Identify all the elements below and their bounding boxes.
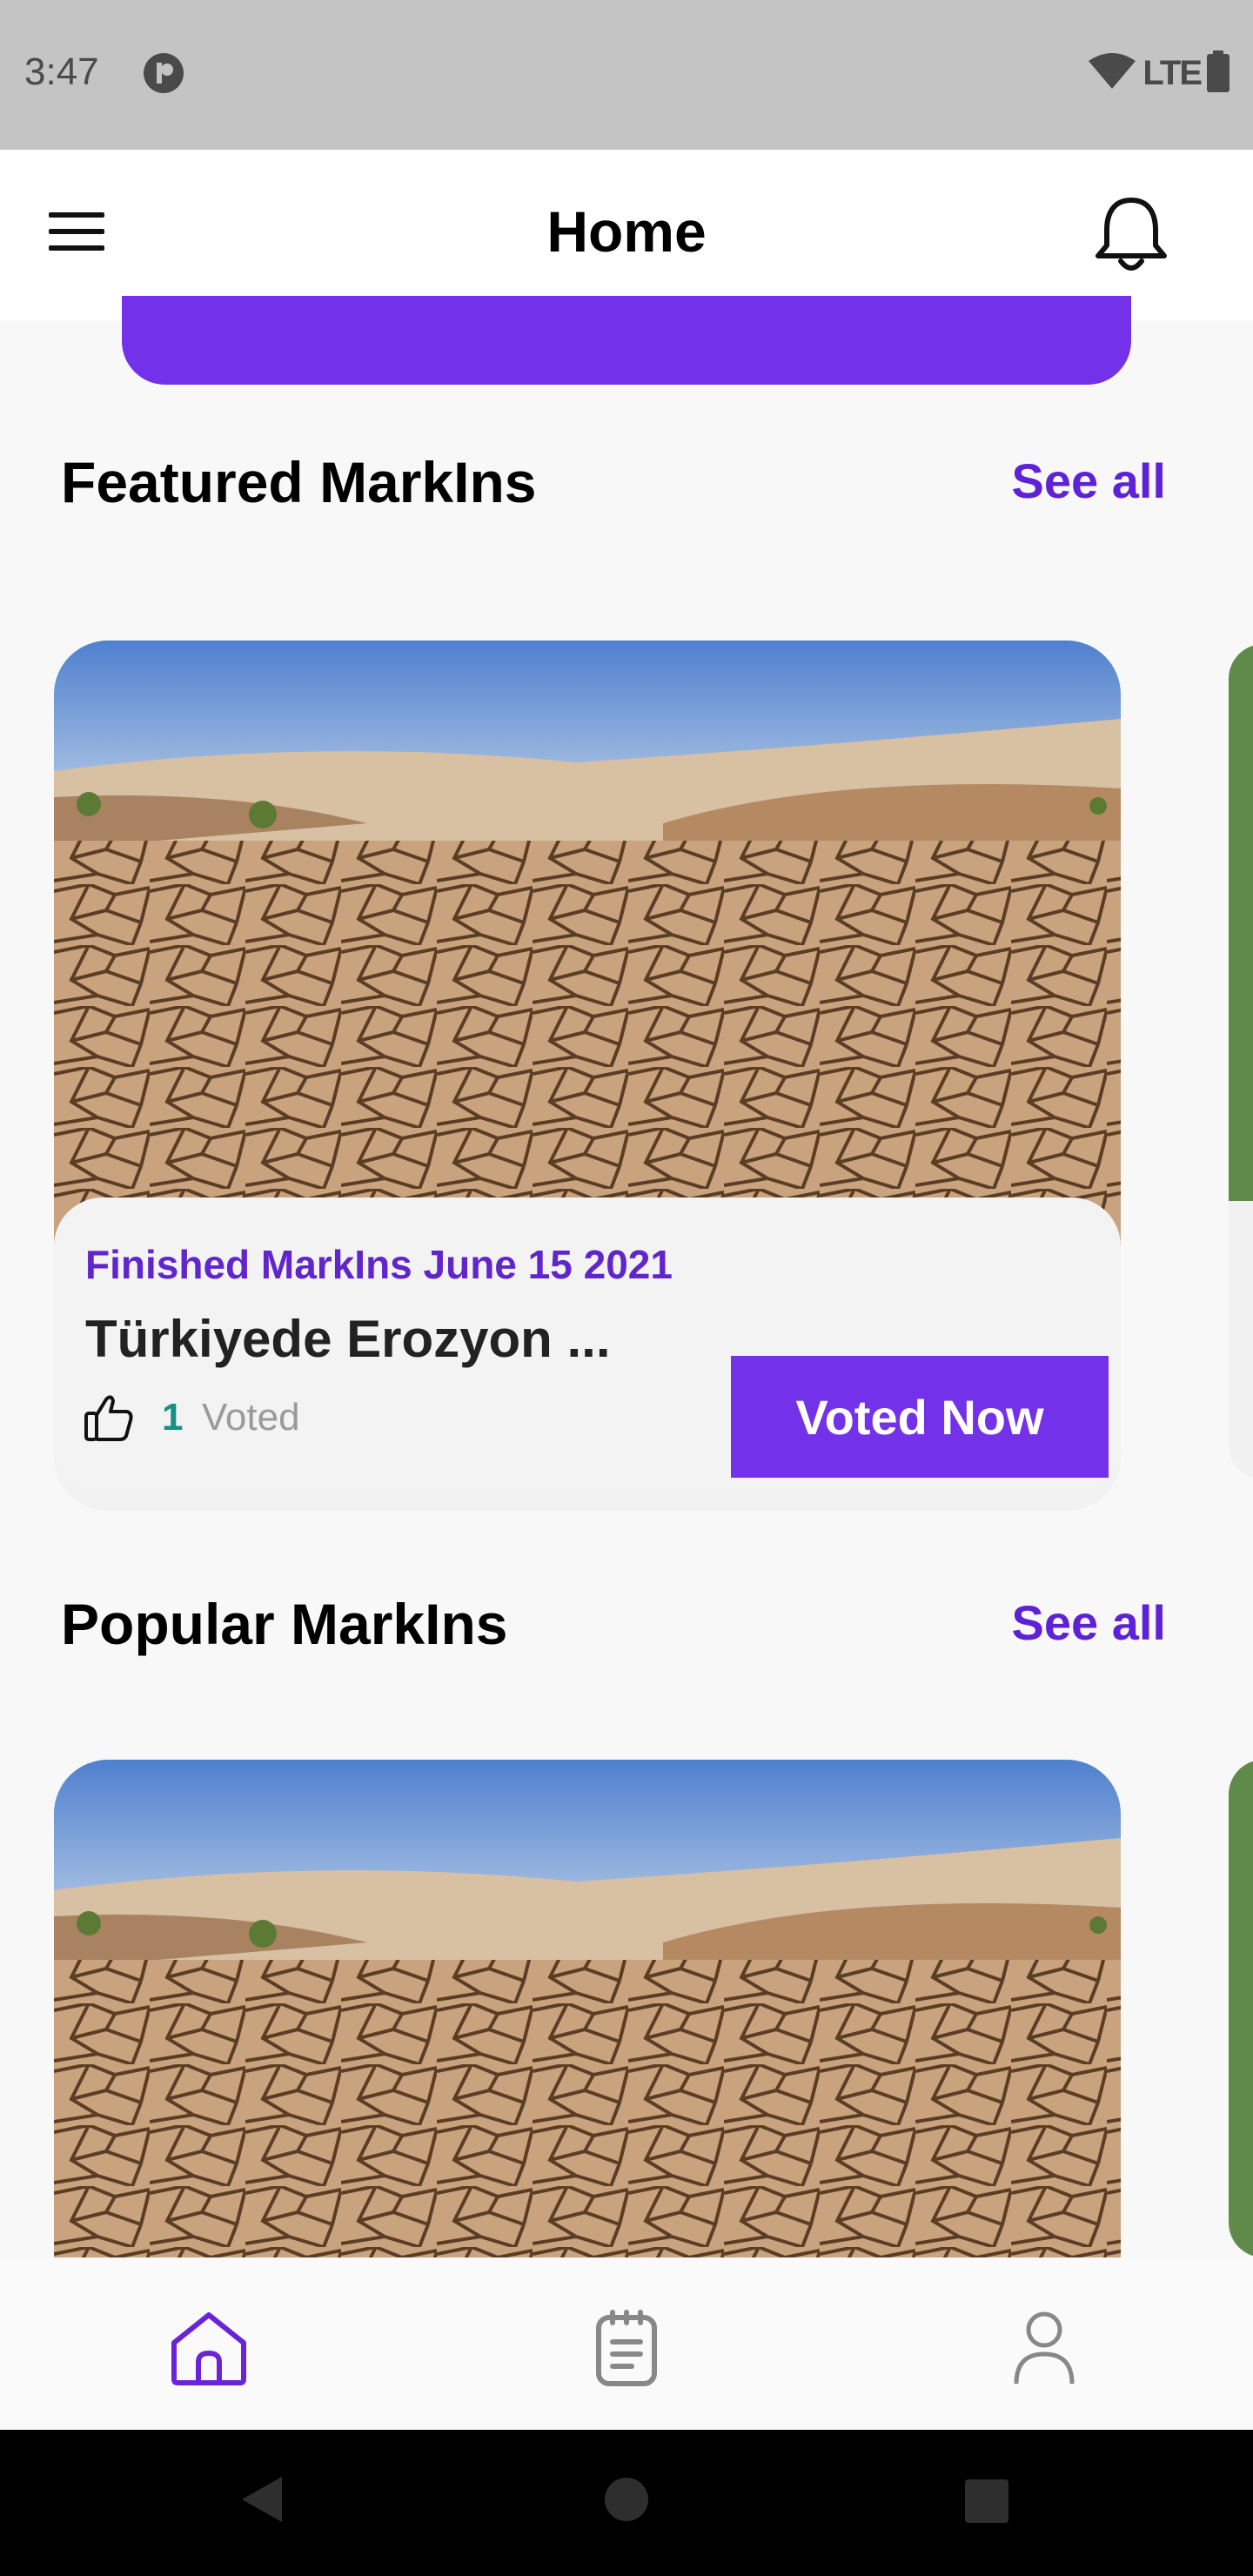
home-system-button[interactable] — [604, 2477, 649, 2526]
app-notification-icon — [143, 52, 184, 94]
recents-button[interactable] — [964, 2479, 1009, 2528]
popular-markin-card[interactable] — [54, 1760, 1121, 2257]
nav-home[interactable] — [165, 2304, 252, 2392]
featured-see-all-link[interactable]: See all — [1012, 453, 1166, 509]
notifications-button[interactable] — [1095, 195, 1175, 277]
popular-section-title: Popular MarkIns — [61, 1592, 508, 1656]
vote-count: 1 — [162, 1396, 184, 1439]
wifi-icon — [1087, 52, 1137, 95]
promo-banner[interactable] — [122, 296, 1131, 385]
vote-label: Voted — [202, 1396, 300, 1439]
page-title: Home — [546, 199, 707, 264]
status-indicators: LTE — [1087, 50, 1230, 96]
nav-profile[interactable] — [1001, 2304, 1088, 2392]
card-image — [54, 641, 1121, 1267]
nav-notes[interactable] — [583, 2304, 670, 2392]
card-image — [54, 1760, 1121, 2257]
card-title: Türkiyede Erozyon ... — [85, 1310, 611, 1368]
featured-section-title: Featured MarkIns — [61, 450, 537, 514]
network-label: LTE — [1142, 53, 1203, 92]
recents-icon — [965, 2479, 1008, 2523]
card-info-panel: Finished MarkIns June 15 2021 Türkiyede … — [54, 1197, 1121, 1493]
profile-icon — [1014, 2311, 1075, 2385]
status-bar: 3:47 LTE — [0, 0, 1253, 150]
next-popular-card-peek[interactable] — [1229, 1760, 1253, 2257]
system-navigation-bar — [0, 2430, 1253, 2576]
home-icon — [171, 2312, 246, 2385]
back-button[interactable] — [238, 2473, 285, 2530]
bell-icon — [1096, 198, 1167, 271]
status-time: 3:47 — [24, 50, 99, 93]
bottom-navigation — [0, 2257, 1253, 2430]
featured-markin-card[interactable]: Finished MarkIns June 15 2021 Türkiyede … — [54, 641, 1121, 1511]
notes-icon — [596, 2310, 657, 2386]
popular-see-all-link[interactable]: See all — [1012, 1594, 1166, 1651]
vote-now-button[interactable]: Voted Now — [731, 1356, 1109, 1478]
battery-icon — [1206, 50, 1230, 97]
home-circle-icon — [605, 2478, 648, 2521]
next-featured-card-peek[interactable] — [1229, 644, 1253, 1479]
thumbs-up-icon[interactable] — [84, 1392, 134, 1443]
app-header: Home — [0, 150, 1253, 320]
card-date-label: Finished MarkIns June 15 2021 — [85, 1242, 673, 1287]
back-icon — [242, 2477, 282, 2522]
